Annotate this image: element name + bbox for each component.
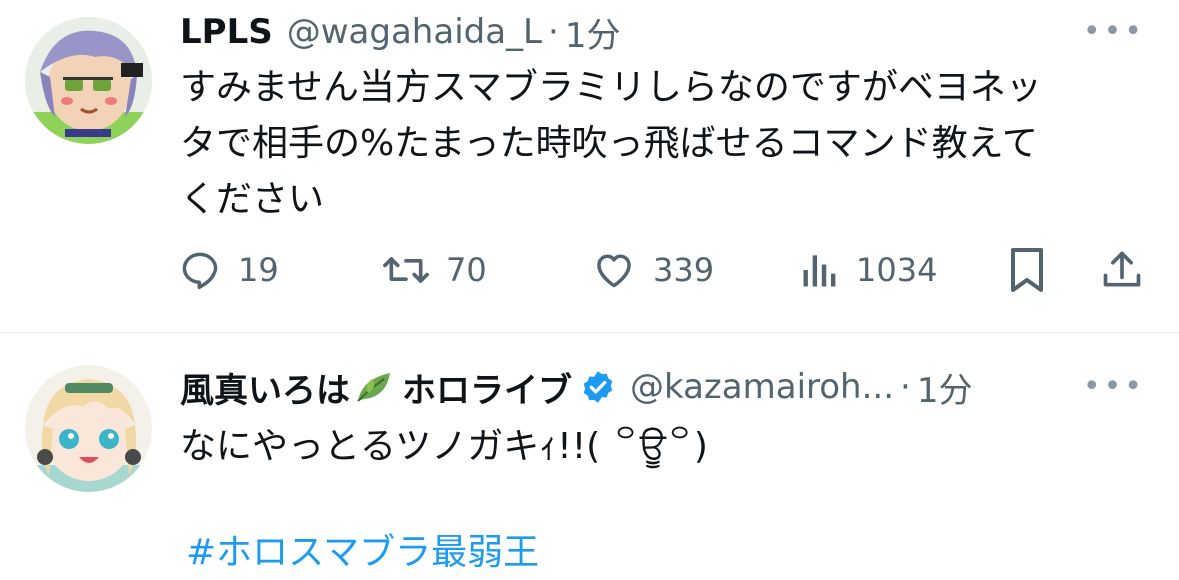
display-name-suffix[interactable]: ホロライブ	[402, 363, 572, 412]
retweet-icon	[383, 257, 429, 283]
display-name[interactable]: 風真いろは	[180, 363, 350, 412]
reply-count: 19	[238, 251, 279, 289]
avatar[interactable]	[25, 17, 152, 144]
bookmark-button[interactable]	[1006, 246, 1048, 294]
user-handle[interactable]: @wagahaida_L	[287, 12, 542, 52]
hashtag-link[interactable]: #ホロスマブラ最弱王	[186, 523, 539, 575]
tweet-header: LPLS @wagahaida_L · 1分	[180, 8, 620, 56]
avatar-image	[25, 365, 152, 492]
tweet-text-line: タで相手の%たまった時吹っ飛ばせるコマンド教えて	[180, 123, 1038, 164]
views-count: 1034	[856, 251, 938, 289]
reply-button[interactable]: 19	[178, 248, 279, 292]
display-name[interactable]: LPLS	[180, 12, 273, 52]
user-handle[interactable]: @kazamairoh...	[630, 367, 894, 407]
more-options-icon[interactable]: •••	[1083, 14, 1145, 49]
tweet-lpls[interactable]: LPLS @wagahaida_L · 1分 ••• すみません当方スマブラミリ…	[0, 0, 1179, 332]
share-icon	[1103, 251, 1141, 287]
tweet-text: すみません当方スマブラミリしらなのですがベヨネッ タで相手の%たまった時吹っ飛ば…	[180, 60, 1140, 228]
reply-icon	[182, 252, 218, 290]
tweet-text: なにやっとるツノガキｨ!!( ꒪ਊ꒪)	[180, 426, 708, 467]
verified-badge-icon	[583, 371, 613, 403]
avatar[interactable]	[25, 365, 152, 492]
views-icon	[803, 255, 836, 287]
timestamp[interactable]: 1分	[917, 363, 973, 412]
views-button[interactable]: 1034	[800, 248, 937, 292]
avatar-image	[25, 17, 152, 144]
bookmark-icon	[1011, 248, 1043, 292]
heart-icon	[597, 254, 631, 288]
tweet-text-line: ください	[180, 179, 325, 220]
retweet-count: 70	[446, 251, 487, 289]
more-options-icon[interactable]: •••	[1083, 369, 1145, 404]
tweet-header: 風真いろは ホロライブ @kazamairoh... · 1分	[180, 363, 972, 411]
retweet-button[interactable]: 70	[382, 248, 487, 292]
share-button[interactable]	[1100, 246, 1144, 294]
leaf-icon	[357, 373, 390, 402]
tweet-actions-bar: 19 70 339 1034	[0, 240, 1179, 296]
like-count: 339	[653, 251, 715, 289]
separator-dot: ·	[548, 12, 559, 52]
like-button[interactable]: 339	[591, 248, 714, 292]
timestamp[interactable]: 1分	[565, 8, 621, 57]
tweet-kazama-iroha[interactable]: 風真いろは ホロライブ @kazamairoh... · 1分 ••• なにやっ…	[0, 333, 1179, 580]
tweet-text-line: すみません当方スマブラミリしらなのですがベヨネッ	[180, 67, 1042, 108]
separator-dot: ·	[900, 367, 911, 407]
